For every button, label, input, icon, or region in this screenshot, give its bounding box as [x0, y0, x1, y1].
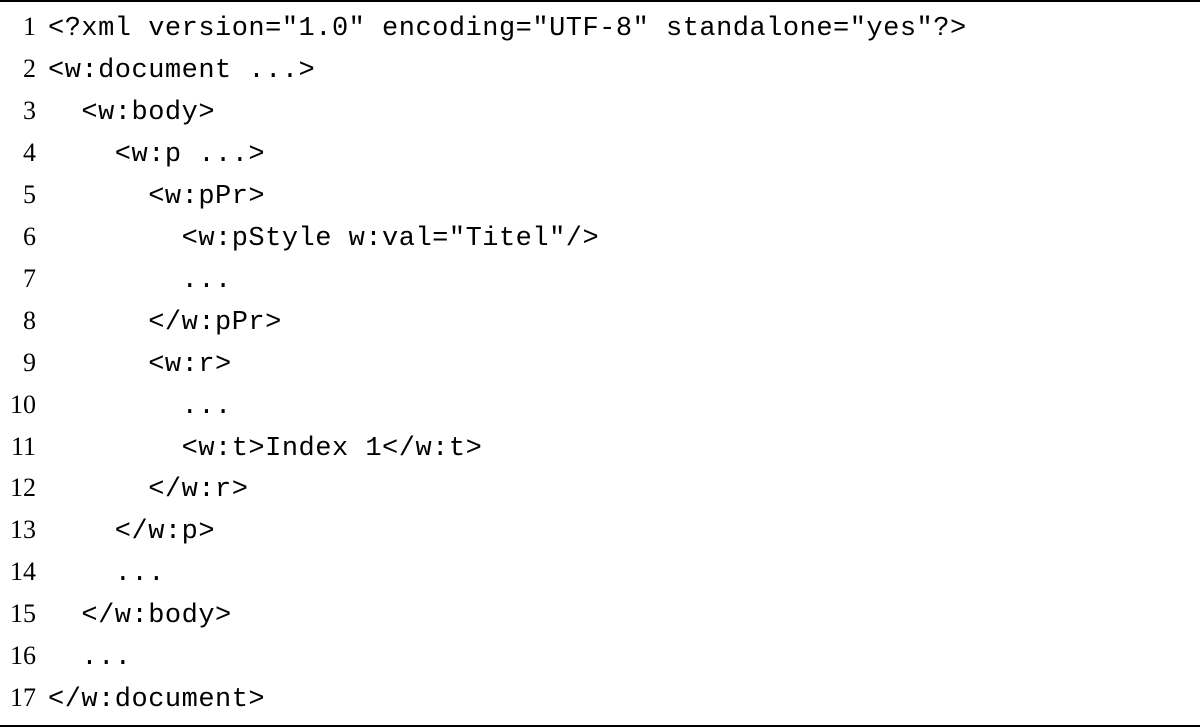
code-line: 3 <w:body> — [0, 92, 1200, 134]
line-number: 12 — [0, 469, 48, 507]
code-text: </w:body> — [48, 597, 232, 637]
code-text: <w:pPr> — [48, 178, 265, 218]
code-text: </w:document> — [48, 681, 265, 721]
line-number: 6 — [0, 218, 48, 256]
line-number: 3 — [0, 92, 48, 130]
code-text: <w:t>Index 1</w:t> — [48, 430, 482, 470]
code-line: 17 </w:document> — [0, 679, 1200, 721]
code-text: <w:r> — [48, 346, 232, 386]
code-line: 14 ... — [0, 553, 1200, 595]
code-text: ... — [48, 388, 232, 428]
code-line: 7 ... — [0, 260, 1200, 302]
code-text: </w:pPr> — [48, 304, 282, 344]
code-text: <w:body> — [48, 94, 215, 134]
code-line: 1 <?xml version="1.0" encoding="UTF-8" s… — [0, 8, 1200, 50]
code-line: 9 <w:r> — [0, 344, 1200, 386]
line-number: 15 — [0, 595, 48, 633]
code-text: ... — [48, 262, 232, 302]
line-number: 1 — [0, 8, 48, 46]
code-text: ... — [48, 639, 132, 679]
code-line: 10 ... — [0, 386, 1200, 428]
line-number: 16 — [0, 637, 48, 675]
code-text: </w:p> — [48, 513, 215, 553]
line-number: 8 — [0, 302, 48, 340]
code-text: ... — [48, 555, 165, 595]
code-line: 16 ... — [0, 637, 1200, 679]
code-listing: 1 <?xml version="1.0" encoding="UTF-8" s… — [0, 0, 1200, 727]
line-number: 7 — [0, 260, 48, 298]
code-line: 2 <w:document ...> — [0, 50, 1200, 92]
line-number: 17 — [0, 679, 48, 717]
code-line: 15 </w:body> — [0, 595, 1200, 637]
code-text: <w:document ...> — [48, 52, 315, 92]
line-number: 13 — [0, 511, 48, 549]
line-number: 9 — [0, 344, 48, 382]
line-number: 2 — [0, 50, 48, 88]
code-line: 12 </w:r> — [0, 469, 1200, 511]
code-line: 11 <w:t>Index 1</w:t> — [0, 428, 1200, 470]
code-text: <?xml version="1.0" encoding="UTF-8" sta… — [48, 10, 967, 50]
code-text: </w:r> — [48, 471, 248, 511]
code-line: 5 <w:pPr> — [0, 176, 1200, 218]
line-number: 11 — [0, 428, 48, 466]
code-line: 4 <w:p ...> — [0, 134, 1200, 176]
line-number: 10 — [0, 386, 48, 424]
code-line: 6 <w:pStyle w:val="Titel"/> — [0, 218, 1200, 260]
line-number: 4 — [0, 134, 48, 172]
code-text: <w:pStyle w:val="Titel"/> — [48, 220, 599, 260]
line-number: 5 — [0, 176, 48, 214]
code-line: 13 </w:p> — [0, 511, 1200, 553]
code-line: 8 </w:pPr> — [0, 302, 1200, 344]
code-text: <w:p ...> — [48, 136, 265, 176]
line-number: 14 — [0, 553, 48, 591]
